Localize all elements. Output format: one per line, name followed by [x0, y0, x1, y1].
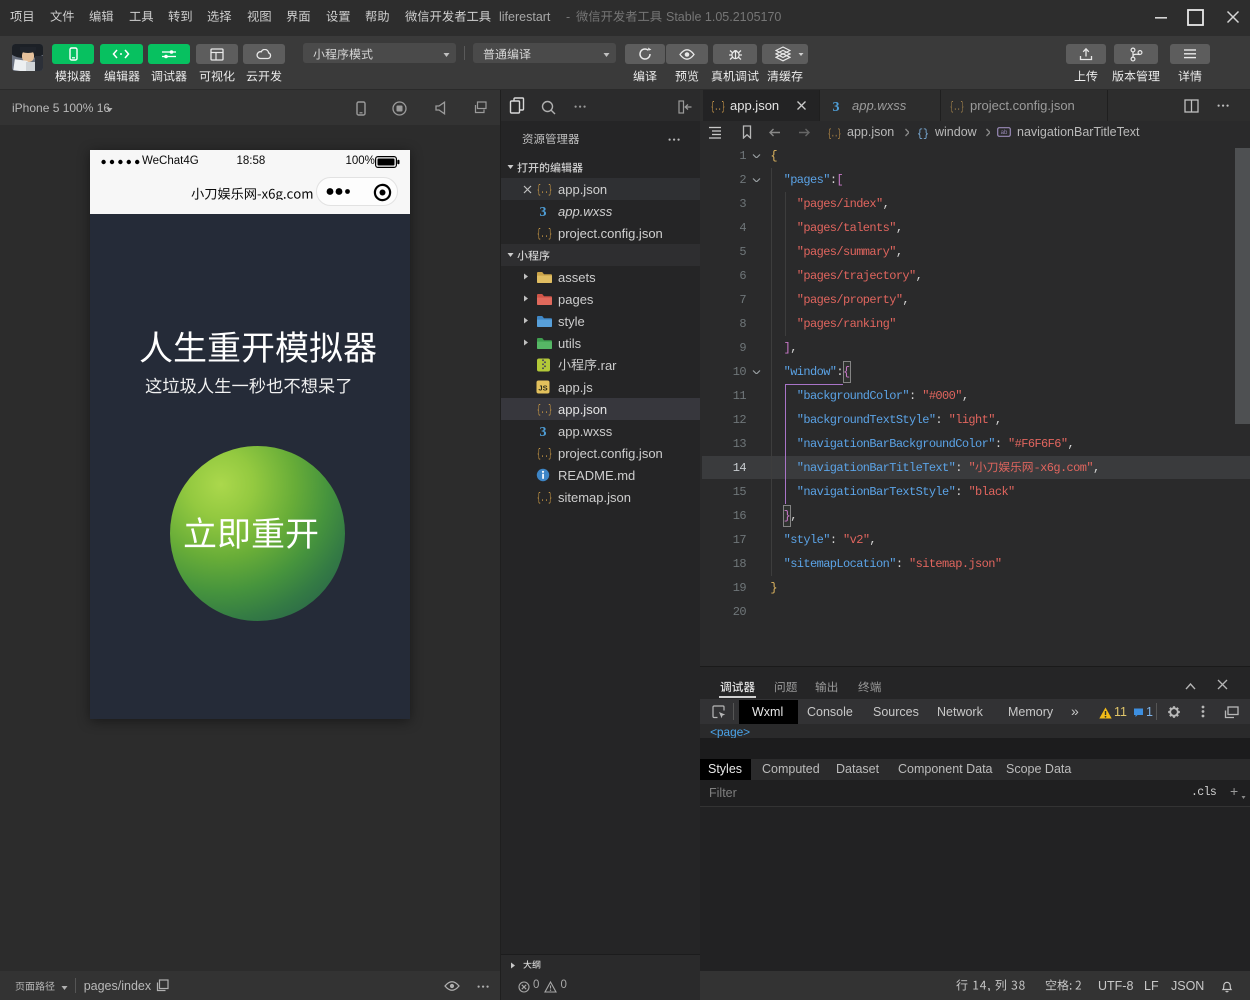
- svg-text:JS: JS: [538, 384, 547, 393]
- svg-text:{..}: {..}: [537, 404, 552, 416]
- svg-text:{..}: {..}: [537, 184, 552, 196]
- svg-text:{..}: {..}: [950, 101, 964, 113]
- svg-text:{}: {}: [917, 129, 929, 140]
- svg-text:3: 3: [540, 205, 547, 217]
- svg-text:ab: ab: [1001, 130, 1008, 136]
- svg-text:{..}: {..}: [828, 129, 841, 140]
- svg-text:{..}: {..}: [711, 101, 725, 113]
- svg-text:{..}: {..}: [537, 448, 552, 460]
- svg-text:{..}: {..}: [537, 228, 552, 240]
- svg-text:{..}: {..}: [537, 492, 552, 504]
- svg-text:3: 3: [833, 100, 840, 112]
- svg-text:3: 3: [540, 425, 547, 437]
